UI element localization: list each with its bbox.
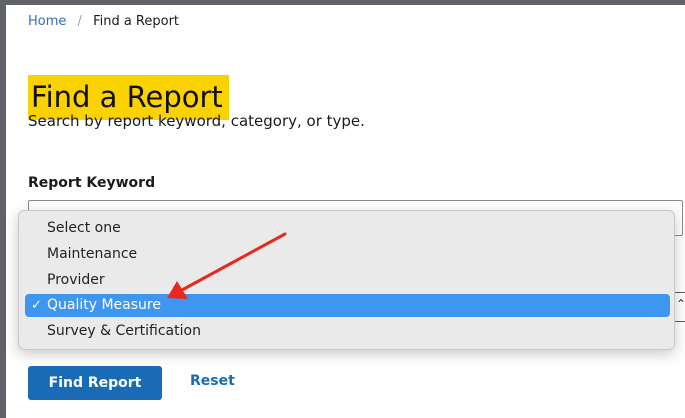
reset-button[interactable]: Reset <box>190 373 235 389</box>
breadcrumb-current: Find a Report <box>93 14 180 29</box>
page-subtitle: Search by report keyword, category, or t… <box>28 112 365 130</box>
option-label: Provider <box>47 272 105 288</box>
dropdown-option[interactable]: Provider <box>25 269 670 292</box>
window-frame-top <box>0 0 685 5</box>
report-type-dropdown-menu: Select one Maintenance Provider ✓ Qualit… <box>18 210 675 350</box>
select-chevron-icon: ⌃ <box>676 297 685 311</box>
window-frame-left <box>0 0 6 418</box>
dropdown-option[interactable]: Survey & Certification <box>25 320 670 343</box>
option-label: Maintenance <box>47 246 138 262</box>
dropdown-option[interactable]: Select one <box>25 217 670 240</box>
breadcrumb-home-link[interactable]: Home <box>28 14 66 29</box>
report-keyword-label: Report Keyword <box>28 175 156 191</box>
option-label: Select one <box>47 220 121 236</box>
dropdown-option[interactable]: Maintenance <box>25 243 670 266</box>
breadcrumb: Home / Find a Report <box>28 14 179 29</box>
breadcrumb-separator: / <box>77 14 82 29</box>
checkmark-icon: ✓ <box>31 298 42 313</box>
dropdown-option-selected[interactable]: ✓ Quality Measure <box>25 294 670 317</box>
find-report-button[interactable]: Find Report <box>28 366 162 400</box>
option-label: Quality Measure <box>47 297 161 313</box>
option-label: Survey & Certification <box>47 323 201 339</box>
